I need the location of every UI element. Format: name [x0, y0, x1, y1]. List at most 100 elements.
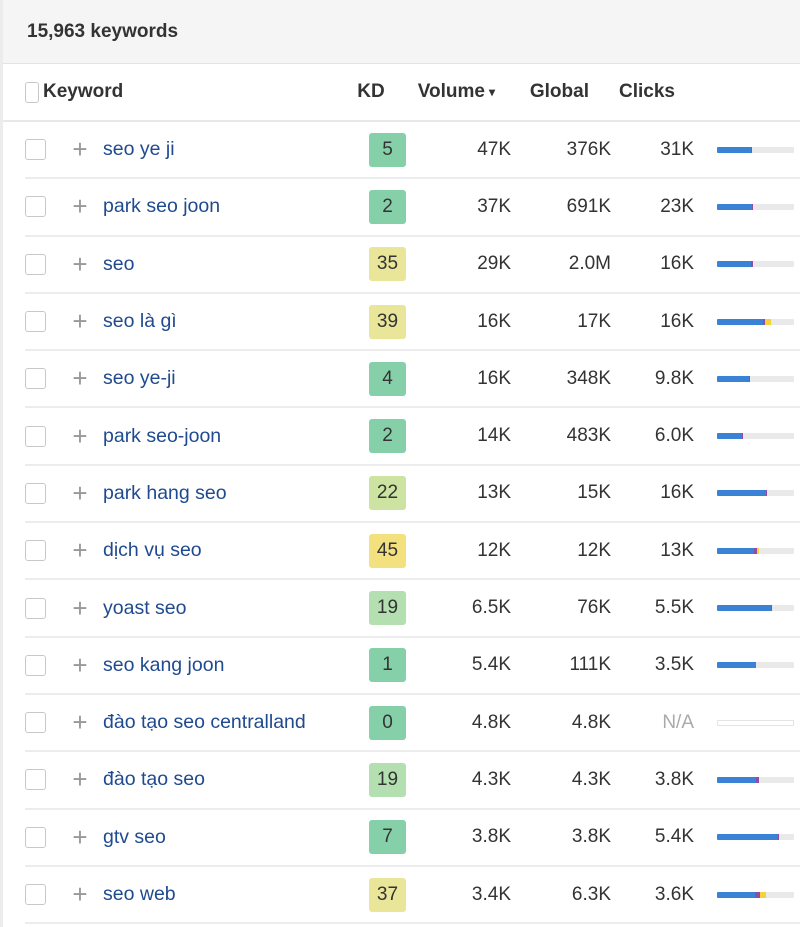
global-volume-value: 111K	[569, 654, 611, 676]
add-to-list-plus-icon[interactable]: +	[65, 593, 95, 624]
clicks-distribution-bar	[717, 776, 794, 783]
clicks-paid-segment	[741, 433, 743, 440]
keyword-link[interactable]: seo ye ji	[95, 138, 357, 161]
volume-value: 14K	[477, 425, 511, 447]
kd-cell: 19	[357, 591, 415, 626]
clicks-organic-segment	[717, 776, 756, 783]
clicks-paid-segment	[749, 375, 751, 382]
keyword-link[interactable]: park hang seo	[95, 482, 357, 505]
column-header-clicks[interactable]: Clicks	[589, 81, 675, 103]
add-to-list-plus-icon[interactable]: +	[65, 363, 95, 394]
clicks-organic-segment	[717, 605, 771, 612]
column-header-volume[interactable]: Volume ▾	[401, 81, 499, 103]
keyword-link[interactable]: đào tạo seo centralland	[95, 711, 357, 734]
sort-desc-icon: ▾	[488, 84, 495, 99]
add-to-list-plus-icon[interactable]: +	[65, 535, 95, 566]
clicks-distribution-bar	[717, 318, 794, 325]
add-to-list-plus-icon[interactable]: +	[65, 249, 95, 280]
keyword-link[interactable]: gtv seo	[95, 826, 357, 849]
clicks-paid-segment	[750, 261, 754, 268]
select-all-checkbox[interactable]	[25, 81, 39, 103]
keyword-link[interactable]: yoast seo	[95, 597, 357, 620]
column-header-volume-label: Volume	[417, 81, 485, 102]
row-checkbox[interactable]	[25, 253, 46, 275]
column-header-global[interactable]: Global	[499, 81, 589, 103]
clicks-distribution-bar	[717, 203, 794, 210]
row-checkbox[interactable]	[25, 196, 46, 218]
clicks-value: N/A	[662, 711, 694, 733]
kd-badge: 19	[369, 591, 406, 626]
clicks-value: 6.0K	[654, 425, 694, 447]
keyword-link[interactable]: đào tạo seo	[95, 768, 357, 791]
keyword-link[interactable]: seo ye-ji	[95, 367, 357, 390]
row-checkbox[interactable]	[25, 139, 46, 161]
keyword-link[interactable]: dịch vụ seo	[95, 539, 357, 562]
global-volume-value: 12K	[577, 539, 611, 561]
volume-value: 4.8K	[471, 711, 511, 733]
clicks-bar-cell	[694, 375, 794, 382]
kd-badge: 7	[369, 820, 406, 855]
add-to-list-plus-icon[interactable]: +	[65, 707, 95, 738]
clicks-paid-segment	[755, 776, 759, 783]
row-checkbox[interactable]	[25, 482, 46, 504]
clicks-organic-segment	[717, 490, 766, 497]
row-checkbox[interactable]	[25, 425, 46, 447]
row-checkbox[interactable]	[25, 311, 46, 333]
row-checkbox[interactable]	[25, 597, 46, 619]
global-volume-value: 17K	[577, 310, 611, 332]
keywords-count-header: 15,963 keywords	[3, 0, 800, 64]
column-header-keyword-label: Keyword	[43, 81, 124, 102]
global-volume-value: 15K	[577, 482, 611, 504]
add-to-list-plus-icon[interactable]: +	[65, 134, 95, 165]
keyword-link[interactable]: seo	[95, 253, 357, 276]
clicks-other-segment	[760, 891, 767, 898]
clicks-distribution-bar	[717, 146, 794, 153]
row-checkbox[interactable]	[25, 540, 46, 562]
clicks-paid-segment	[750, 146, 753, 153]
keyword-link[interactable]: park seo-joon	[95, 425, 357, 448]
clicks-organic-segment	[717, 834, 778, 841]
keyword-link[interactable]: park seo joon	[95, 195, 357, 218]
clicks-organic-segment	[717, 891, 755, 898]
add-to-list-plus-icon[interactable]: +	[65, 879, 95, 910]
clicks-value: 16K	[660, 253, 694, 275]
kd-cell: 1	[357, 648, 415, 683]
volume-value: 16K	[477, 310, 511, 332]
row-checkbox[interactable]	[25, 884, 46, 905]
add-to-list-plus-icon[interactable]: +	[65, 822, 95, 853]
keyword-link[interactable]: seo web	[95, 883, 357, 906]
clicks-organic-segment	[717, 318, 764, 325]
kd-cell: 0	[357, 705, 415, 740]
add-to-list-plus-icon[interactable]: +	[65, 306, 95, 337]
row-checkbox[interactable]	[25, 826, 46, 848]
global-volume-value: 348K	[566, 367, 611, 389]
kd-cell: 39	[357, 304, 415, 339]
add-to-list-plus-icon[interactable]: +	[65, 191, 95, 222]
kd-cell: 2	[357, 419, 415, 454]
global-volume-value: 376K	[566, 138, 611, 160]
keyword-link[interactable]: seo là gì	[95, 310, 357, 333]
keyword-link[interactable]: seo kang joon	[95, 654, 357, 677]
add-to-list-plus-icon[interactable]: +	[65, 650, 95, 681]
kd-badge: 37	[369, 877, 406, 912]
kd-badge: 1	[369, 648, 406, 683]
kd-badge: 39	[369, 304, 406, 339]
row-checkbox[interactable]	[25, 712, 46, 734]
row-checkbox[interactable]	[25, 654, 46, 676]
row-checkbox-cell	[25, 196, 61, 218]
row-checkbox[interactable]	[25, 368, 46, 390]
kd-cell: 2	[357, 189, 415, 224]
add-to-list-plus-icon[interactable]: +	[65, 421, 95, 452]
table-row: + yoast seo 19 6.5K 76K 5.5K	[25, 580, 800, 638]
column-header-keyword[interactable]: Keyword	[39, 81, 337, 103]
add-to-list-plus-icon[interactable]: +	[65, 764, 95, 795]
row-checkbox[interactable]	[25, 769, 46, 791]
add-to-list-plus-icon[interactable]: +	[65, 478, 95, 509]
clicks-distribution-bar	[717, 834, 794, 841]
volume-value: 16K	[477, 367, 511, 389]
table-row: + seo là gì 39 16K 17K 16K	[25, 294, 800, 352]
column-header-kd[interactable]: KD	[341, 81, 401, 103]
volume-value: 47K	[477, 138, 511, 160]
clicks-value: 3.5K	[654, 654, 694, 676]
row-checkbox-cell	[25, 712, 61, 734]
